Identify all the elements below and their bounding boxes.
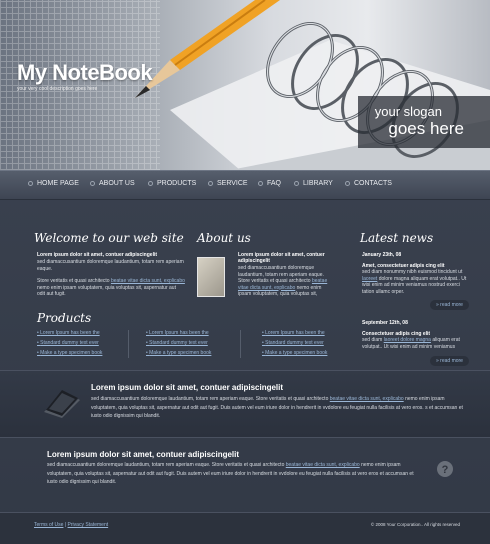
text: sed diam [362,337,383,343]
product-link[interactable]: • Standard dummy text ever [146,340,211,350]
band-1-text: sed diamaccusantium doloremque laudantiu… [91,395,471,421]
footer-links: Terms of Use | Privacy Statement [34,522,108,528]
band-2-text: sed diamaccusantium doloremque laudantiu… [47,461,417,487]
welcome-paragraph-1: sed diamaccusantium doloremque laudantiu… [37,259,184,272]
text: Lorem Ipsum has been the [265,330,325,336]
text: Store veritatis et quasi architecto [238,278,311,284]
text: Lorem Ipsum has been the [40,330,100,336]
help-icon: ? [437,461,453,477]
news-text-2: sed diam laoreet dolore magna aliquam er… [362,337,472,350]
product-link[interactable]: • Standard dummy text ever [37,340,102,350]
slogan-line-1: your slogan [374,104,442,119]
product-link[interactable]: • Make a type specimen book [262,350,327,360]
products-title: Products [37,311,92,325]
text: sed diamaccusantium doloremque laudantiu… [91,396,329,402]
bullet-icon [258,181,263,186]
text: Lorem Ipsum has been the [149,330,209,336]
product-link[interactable]: • Lorem Ipsum has been the [262,330,327,340]
nav-label: LIBRARY [303,180,333,187]
laptop-icon [44,390,80,418]
nav-label: FAQ [267,180,282,187]
text: Standard dummy text ever [265,340,324,346]
text: Make a type specimen book [40,350,103,356]
site-logo[interactable]: My NoteBook [17,60,153,86]
product-link[interactable]: • Make a type specimen book [146,350,211,360]
site-description: your very cool description goes here [17,86,98,92]
text: sed diamaccusantium doloremque laudantiu… [47,462,285,468]
bullet-icon [148,181,153,186]
column-divider [128,330,129,358]
nav-item-about[interactable]: ABOUT US [90,180,135,187]
nav-item-service[interactable]: SERVICE [208,180,248,187]
text: sed diam nonummy nibh euismod tincidunt … [362,269,463,275]
inline-link[interactable]: laoreet dolore magna [384,337,431,343]
welcome-paragraph-2: Store veritatis et quasi architecto beat… [37,278,185,298]
about-title: About us [197,231,251,245]
news-title: Latest news [360,231,434,245]
nav-label: CONTACTS [354,180,392,187]
text: dolore magna aliquam erat volutpat.. Ut … [362,275,467,295]
text: Standard dummy text ever [40,340,99,346]
bullet-icon [90,181,95,186]
text: sed diamaccusantium doloremque laudantiu… [238,265,324,278]
product-link[interactable]: • Lorem Ipsum has been the [37,330,102,340]
welcome-title: Welcome to our web site [34,231,184,245]
text: Store veritatis et quasi architecto [37,278,110,284]
header-banner: My NoteBook your very cool description g… [0,0,490,170]
text: Standard dummy text ever [149,340,208,346]
copyright: © 2008 Your Corporation.. All rights res… [370,522,460,527]
nav-label: SERVICE [217,180,248,187]
product-link[interactable]: • Lorem Ipsum has been the [146,330,211,340]
band-1-title: Lorem ipsum dolor sit amet, contuer adip… [91,383,284,392]
welcome-heading: Lorem ipsum dolor sit amet, contuer adip… [37,252,158,258]
page: My NoteBook your very cool description g… [0,0,490,544]
nav-item-faq[interactable]: FAQ [258,180,281,187]
inline-link[interactable]: beatae vitae dicta sunt, explicabo [286,462,360,468]
nav-item-library[interactable]: LIBRARY [294,180,333,187]
about-heading: Lorem ipsum dolor sit amet, contuer adip… [238,252,325,264]
nav-label: PRODUCTS [157,180,197,187]
news-date-1: January 23th, 08 [362,252,402,258]
bullet-icon [28,181,33,186]
text: Make a type specimen book [265,350,328,356]
bullet-icon [294,181,299,186]
about-paragraph: sed diamaccusantium doloremque laudantiu… [238,265,336,298]
bullet-icon [208,181,213,186]
news-read-more-2[interactable]: » read more [430,356,469,366]
product-link[interactable]: • Make a type specimen book [37,350,102,360]
footer: Terms of Use | Privacy Statement © 2008 … [0,512,490,544]
news-date-2: September 12th, 08 [362,320,408,326]
bullet-icon [345,181,350,186]
terms-link[interactable]: Terms of Use [34,522,63,528]
products-column-1: • Lorem Ipsum has been the • Standard du… [37,330,102,360]
text: nemo enim ipsam voluptatem, quia volupta… [37,284,176,298]
slogan-line-2: goes here [388,119,464,138]
band-2-title: Lorem ipsum dolor sit amet, contuer adip… [47,450,240,459]
about-photo [197,257,225,297]
footer-separator: | [64,522,67,528]
products-column-2: • Lorem Ipsum has been the • Standard du… [146,330,211,360]
column-divider [240,330,241,358]
inline-link[interactable]: beatae vitae dicta sunt, explicabo [111,278,185,284]
privacy-link[interactable]: Privacy Statement [68,522,109,528]
products-column-3: • Lorem Ipsum has been the • Standard du… [262,330,327,360]
inline-link[interactable]: laoreet [362,276,377,282]
svg-text:?: ? [442,464,449,476]
nav-item-products[interactable]: PRODUCTS [148,180,196,187]
nav-item-home[interactable]: HOME PAGE [28,180,79,187]
news-read-more-1[interactable]: » read more [430,300,469,310]
nav-label: ABOUT US [99,180,135,187]
news-text-1: sed diam nonummy nibh euismod tincidunt … [362,269,472,295]
main-nav: HOME PAGE ABOUT US PRODUCTS SERVICE FAQ … [0,170,490,200]
nav-item-contacts[interactable]: CONTACTS [345,180,392,187]
product-link[interactable]: • Standard dummy text ever [262,340,327,350]
inline-link[interactable]: beatae vitae dicta sunt, explicabo [330,396,404,402]
text: Make a type specimen book [149,350,212,356]
nav-label: HOME PAGE [37,180,79,187]
